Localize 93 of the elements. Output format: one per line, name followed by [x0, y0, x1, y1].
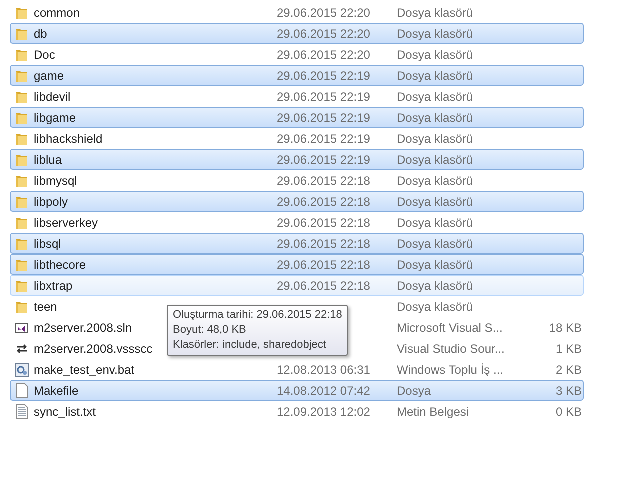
file-name: libserverkey — [34, 214, 98, 232]
folder-icon — [15, 194, 29, 208]
file-type: Dosya klasörü — [397, 130, 474, 148]
file-type: Dosya klasörü — [397, 214, 474, 232]
folder-icon — [15, 278, 29, 292]
file-type: Dosya klasörü — [397, 256, 474, 274]
file-row[interactable]: db 29.06.2015 22:20 Dosya klasörü — [10, 23, 584, 44]
tooltip-line: Klasörler: include, sharedobject — [173, 338, 328, 353]
folder-icon — [15, 6, 29, 20]
file-type: Dosya klasörü — [397, 4, 474, 22]
file-name: game — [34, 68, 64, 84]
folder-icon — [15, 48, 29, 62]
file-type: Dosya klasörü — [397, 278, 474, 294]
file-type: Dosya klasörü — [397, 172, 474, 190]
file-name: Makefile — [34, 382, 79, 400]
date-modified: 29.06.2015 22:19 — [277, 130, 372, 148]
file-name: make_test_env.bat — [34, 362, 135, 378]
file-type: Microsoft Visual S... — [397, 320, 504, 336]
file-type: Dosya klasörü — [397, 110, 474, 126]
date-modified: 29.06.2015 22:18 — [277, 256, 372, 274]
folder-icon — [15, 258, 29, 272]
date-modified: 29.06.2015 22:18 — [277, 194, 372, 210]
folder-icon — [15, 236, 29, 250]
file-type: Dosya klasörü — [397, 68, 474, 84]
date-modified: 14.08.2012 07:42 — [277, 382, 372, 400]
file-row[interactable]: libsql 29.06.2015 22:18 Dosya klasörü — [10, 233, 584, 254]
visual-studio-icon — [15, 320, 29, 334]
file-type: Dosya klasörü — [397, 236, 474, 252]
file-name: Doc — [34, 46, 56, 64]
date-modified: 29.06.2015 22:20 — [277, 26, 372, 42]
date-modified: 29.06.2015 22:18 — [277, 278, 372, 294]
file-name: libxtrap — [34, 278, 73, 294]
file-row[interactable]: game 29.06.2015 22:19 Dosya klasörü — [10, 65, 584, 86]
file-type: Windows Toplu İş ... — [397, 362, 504, 378]
file-row[interactable]: libpoly 29.06.2015 22:18 Dosya klasörü — [10, 191, 584, 212]
file-name: m2server.2008.sln — [34, 320, 132, 336]
file-name: libpoly — [34, 194, 68, 210]
file-size: 0 KB — [554, 404, 582, 420]
folder-icon — [15, 26, 29, 40]
file-row[interactable]: Makefile 14.08.2012 07:42 Dosya 3 KB — [10, 380, 584, 401]
file-name: liblua — [34, 152, 62, 168]
arrows-icon — [15, 342, 29, 356]
file-type: Dosya klasörü — [397, 194, 474, 210]
folder-icon — [15, 90, 29, 104]
file-row[interactable]: liblua 29.06.2015 22:19 Dosya klasörü — [10, 149, 584, 170]
date-modified: 29.06.2015 22:18 — [277, 172, 372, 190]
file-row[interactable]: libxtrap 29.06.2015 22:18 Dosya klasörü — [10, 275, 584, 296]
date-modified: 29.06.2015 22:18 — [277, 214, 372, 232]
file-name: teen — [34, 298, 58, 316]
file-name: libgame — [34, 110, 76, 126]
file-row[interactable]: libthecore 29.06.2015 22:18 Dosya klasörü — [10, 254, 584, 275]
date-modified: 29.06.2015 22:19 — [277, 88, 372, 106]
file-type: Dosya klasörü — [397, 298, 474, 316]
file-name: db — [34, 26, 48, 42]
file-type: Dosya klasörü — [397, 152, 474, 168]
file-name: libsql — [34, 236, 62, 252]
file-size: 18 KB — [548, 320, 582, 336]
date-modified: 29.06.2015 22:19 — [277, 68, 372, 84]
file-row[interactable]: libgame 29.06.2015 22:19 Dosya klasörü — [10, 107, 584, 128]
file-icon — [16, 383, 28, 398]
date-modified: 29.06.2015 22:19 — [277, 152, 372, 168]
file-name: m2server.2008.vssscc — [34, 340, 153, 358]
folder-icon — [15, 132, 29, 146]
file-size: 3 KB — [554, 382, 582, 400]
folder-icon — [15, 152, 29, 166]
tooltip-line: Oluşturma tarihi: 29.06.2015 22:18 — [173, 308, 342, 323]
file-type: Dosya klasörü — [397, 46, 474, 64]
date-modified: 29.06.2015 22:19 — [277, 110, 372, 126]
folder-icon — [15, 110, 29, 124]
file-name: libthecore — [34, 256, 86, 274]
text-file-icon — [16, 404, 28, 419]
file-name: common — [34, 4, 80, 22]
date-modified: 29.06.2015 22:18 — [277, 236, 372, 252]
folder-icon — [15, 300, 29, 314]
date-modified: 29.06.2015 22:20 — [277, 46, 372, 64]
file-type: Dosya klasörü — [397, 88, 474, 106]
file-type: Metin Belgesi — [397, 404, 470, 420]
file-type: Visual Studio Sour... — [397, 340, 506, 358]
file-size: 1 KB — [554, 340, 582, 358]
file-name: libhackshield — [34, 130, 103, 148]
file-name: sync_list.txt — [34, 404, 96, 420]
date-modified: 29.06.2015 22:20 — [277, 4, 372, 22]
file-size: 2 KB — [554, 362, 582, 378]
file-type: Dosya klasörü — [397, 26, 474, 42]
tooltip-line: Boyut: 48,0 KB — [173, 323, 248, 338]
date-modified: 12.09.2013 12:02 — [277, 404, 372, 420]
date-modified: 12.08.2013 06:31 — [277, 362, 372, 378]
file-name: libdevil — [34, 88, 71, 106]
folder-icon — [15, 216, 29, 230]
folder-icon — [15, 68, 29, 82]
file-type: Dosya — [397, 382, 432, 400]
folder-icon — [15, 174, 29, 188]
file-name: libmysql — [34, 172, 78, 190]
